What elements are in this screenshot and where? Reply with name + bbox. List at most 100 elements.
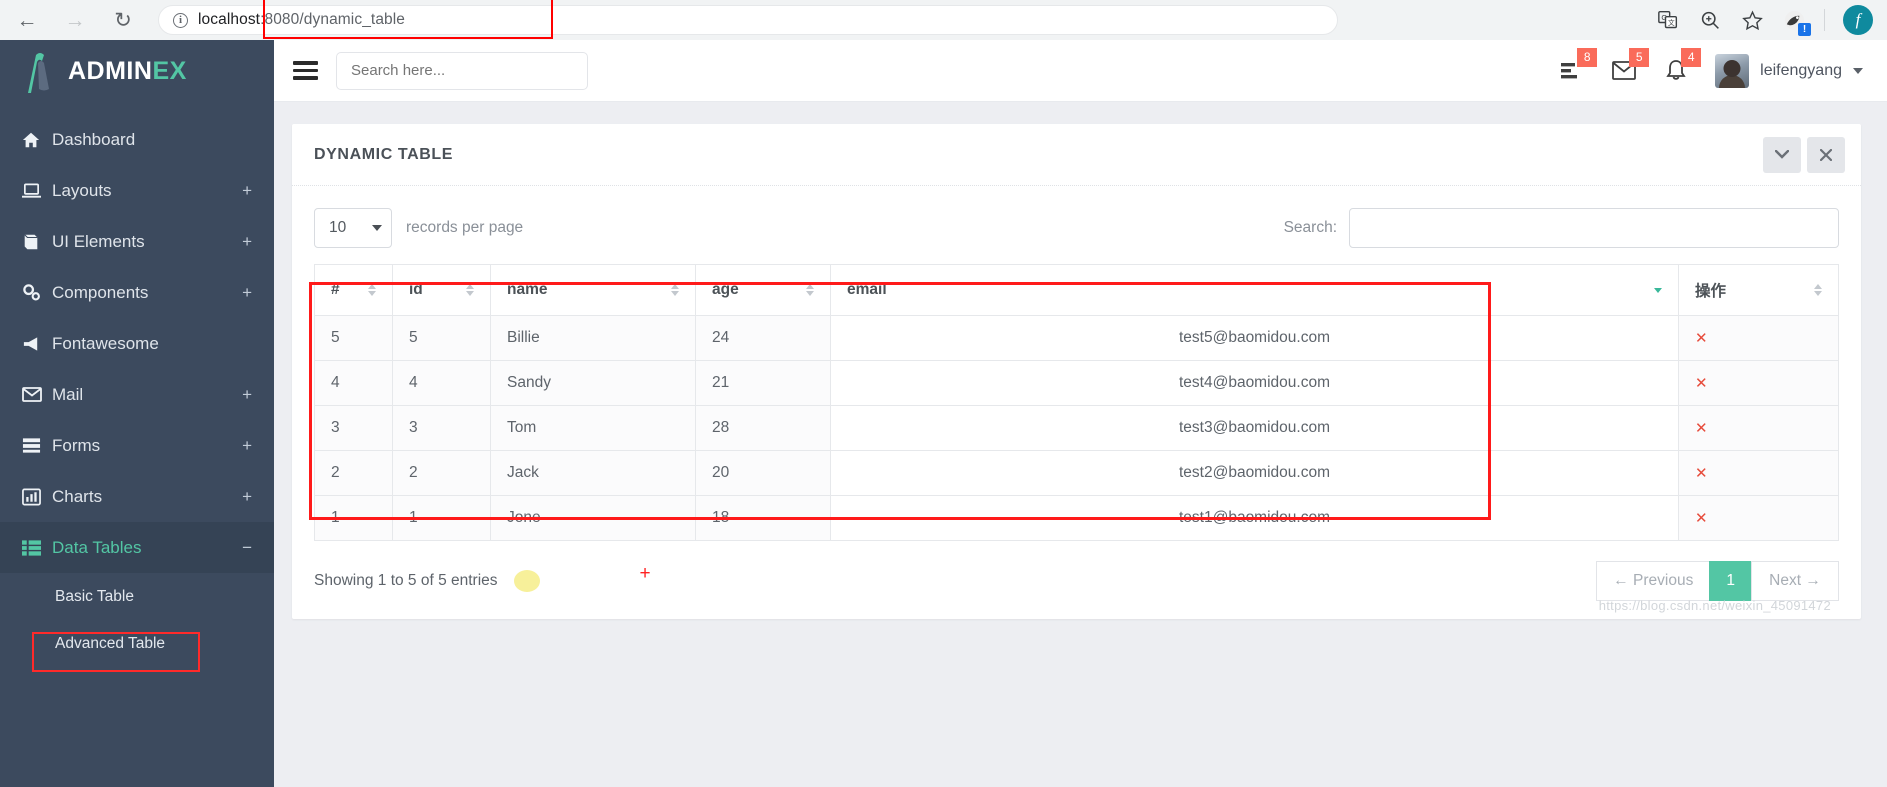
table-body: 5 5 Billie 24 test5@baomidou.com ✕ 4 4 S…	[314, 315, 1839, 541]
main-area: 8 5 4 leifengyang	[274, 40, 1887, 787]
pagination-previous[interactable]: ← Previous	[1596, 561, 1711, 601]
top-navbar: 8 5 4 leifengyang	[274, 40, 1887, 102]
tasks-icon[interactable]: 8	[1559, 47, 1598, 84]
column-header-operations[interactable]: 操作	[1678, 264, 1839, 316]
sidebar-item-label: Mail	[52, 384, 84, 404]
browser-toolbar: ← → ↻ i localhost:8080/dynamic_table G文 …	[0, 0, 1887, 40]
delete-action[interactable]: ✕	[1695, 330, 1708, 347]
laptop-icon	[22, 182, 52, 200]
chevron-down-icon	[372, 225, 382, 231]
user-menu[interactable]: leifengyang	[1715, 53, 1863, 88]
delete-action[interactable]: ✕	[1695, 465, 1708, 482]
cell-operations[interactable]: ✕	[1678, 360, 1839, 406]
address-bar[interactable]: i localhost:8080/dynamic_table	[158, 5, 1338, 35]
sidebar-subitem-advanced-table[interactable]: Advanced Table	[0, 620, 274, 667]
back-icon[interactable]: ←	[14, 7, 40, 33]
cell-operations[interactable]: ✕	[1678, 315, 1839, 361]
profile-avatar[interactable]: f	[1843, 5, 1873, 35]
collapse-button[interactable]	[1763, 136, 1801, 173]
star-icon[interactable]	[1740, 8, 1764, 32]
sidebar-item-forms[interactable]: Forms +	[0, 420, 274, 471]
reload-icon[interactable]: ↻	[110, 7, 136, 33]
gears-icon	[22, 283, 52, 302]
envelope-icon[interactable]: 5	[1611, 47, 1650, 84]
translate-icon[interactable]: G文	[1656, 8, 1680, 32]
sidebar-item-layouts[interactable]: Layouts +	[0, 165, 274, 216]
cell-operations[interactable]: ✕	[1678, 495, 1839, 541]
pagination-next[interactable]: Next →	[1751, 561, 1839, 601]
sort-icon[interactable]	[358, 284, 376, 296]
sidebar-item-label: Components	[52, 282, 149, 302]
hamburger-icon[interactable]	[274, 61, 336, 80]
table-row[interactable]: 2 2 Jack 20 test2@baomidou.com ✕	[314, 450, 1839, 496]
browser-nav-buttons: ← → ↻	[14, 7, 136, 33]
table-row[interactable]: 5 5 Billie 24 test5@baomidou.com ✕	[314, 315, 1839, 361]
yellow-dot-annotation	[513, 570, 540, 592]
page-length-label: records per page	[406, 219, 524, 236]
column-header-age[interactable]: age	[695, 264, 831, 316]
cell-name: Tom	[490, 405, 696, 451]
page-length-select[interactable]: 10	[314, 208, 392, 248]
cell-age: 24	[695, 315, 831, 361]
delete-action[interactable]: ✕	[1695, 375, 1708, 392]
delete-action[interactable]: ✕	[1695, 420, 1708, 437]
zoom-icon[interactable]	[1698, 8, 1722, 32]
table-search: Search:	[1284, 208, 1839, 248]
cell-operations[interactable]: ✕	[1678, 405, 1839, 451]
sidebar-item-ui-elements[interactable]: UI Elements +	[0, 216, 274, 267]
column-header-index[interactable]: #	[314, 264, 393, 316]
column-header-id[interactable]: id	[392, 264, 491, 316]
column-header-email[interactable]: email	[830, 264, 1679, 316]
brand-logo[interactable]: ADMINEX	[0, 40, 274, 102]
navbar-actions: 8 5 4 leifengyang	[1559, 47, 1863, 88]
sort-icon-desc[interactable]	[1644, 287, 1662, 293]
logo-text: ADMINEX	[68, 57, 187, 86]
sidebar-subitem-basic-table[interactable]: Basic Table	[0, 573, 274, 620]
forward-icon[interactable]: →	[62, 7, 88, 33]
cell-email: test1@baomidou.com	[830, 495, 1679, 541]
sidebar-item-data-tables[interactable]: Data Tables −	[0, 522, 274, 573]
sort-icon[interactable]	[1804, 284, 1822, 296]
sidebar-item-components[interactable]: Components +	[0, 267, 274, 318]
cell-id: 2	[392, 450, 491, 496]
close-button[interactable]	[1807, 136, 1845, 173]
column-header-name[interactable]: name	[490, 264, 696, 316]
cell-operations[interactable]: ✕	[1678, 450, 1839, 496]
table-row[interactable]: 3 3 Tom 28 test3@baomidou.com ✕	[314, 405, 1839, 451]
cell-index: 4	[314, 360, 393, 406]
home-icon	[22, 131, 52, 149]
sort-icon[interactable]	[796, 284, 814, 296]
sort-icon[interactable]	[661, 284, 679, 296]
sort-icon[interactable]	[456, 284, 474, 296]
sidebar-item-charts[interactable]: Charts +	[0, 471, 274, 522]
cell-age: 28	[695, 405, 831, 451]
cell-email: test3@baomidou.com	[830, 405, 1679, 451]
chart-bar-icon	[22, 488, 52, 506]
bell-icon[interactable]: 4	[1663, 47, 1702, 84]
table-head: # id name age email 操作	[314, 264, 1839, 316]
table-info-label: Showing 1 to 5 of 5 entries	[314, 572, 498, 589]
forms-icon	[22, 437, 52, 454]
pagination-page-1[interactable]: 1	[1709, 561, 1752, 601]
sidebar-item-label: UI Elements	[52, 231, 145, 251]
table-row[interactable]: 4 4 Sandy 21 test4@baomidou.com ✕	[314, 360, 1839, 406]
table-row[interactable]: 1 1 Jone 18 test1@baomidou.com ✕	[314, 495, 1839, 541]
sidebar-subitem-label: Basic Table	[55, 587, 134, 605]
site-info-icon[interactable]: i	[173, 12, 188, 28]
sidebar-item-fontawesome[interactable]: Fontawesome	[0, 318, 274, 369]
column-label: 操作	[1695, 283, 1727, 300]
sidebar-item-dashboard[interactable]: Dashboard	[0, 114, 274, 165]
table-search-input[interactable]	[1349, 208, 1839, 248]
tasks-badge: 8	[1577, 47, 1598, 67]
sidebar-item-mail[interactable]: Mail +	[0, 369, 274, 420]
extension-badge: !	[1798, 23, 1811, 36]
table-header-row: # id name age email 操作	[314, 264, 1839, 316]
cell-email: test5@baomidou.com	[830, 315, 1679, 361]
search-input[interactable]	[336, 51, 588, 90]
cell-name: Jack	[490, 450, 696, 496]
column-label: name	[507, 281, 548, 298]
column-label: id	[409, 281, 423, 298]
delete-action[interactable]: ✕	[1695, 510, 1708, 527]
cell-index: 2	[314, 450, 393, 496]
extension-avatar-icon[interactable]: !	[1782, 8, 1811, 36]
